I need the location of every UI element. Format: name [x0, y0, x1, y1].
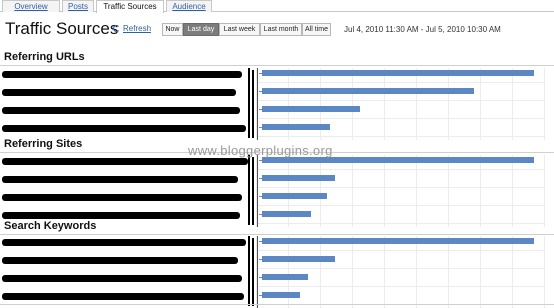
traffic-bar	[262, 106, 360, 112]
grid-line	[448, 68, 449, 140]
redacted-label	[2, 125, 246, 132]
redacted-label	[2, 158, 248, 165]
tab-overview[interactable]: Overview	[2, 0, 60, 12]
tab-traffic-sources[interactable]: Traffic Sources	[96, 0, 164, 13]
grid-line	[256, 169, 544, 170]
grid-line	[352, 68, 353, 140]
redaction-stroke	[248, 155, 250, 225]
date-range: Jul 4, 2010 11:30 AM - Jul 5, 2010 10:30…	[344, 25, 501, 34]
grid-line	[256, 223, 544, 224]
grid-line	[256, 250, 544, 251]
traffic-bar	[262, 211, 311, 217]
grid-line	[352, 236, 353, 308]
grid-line	[512, 155, 513, 227]
traffic-bar	[262, 256, 335, 262]
grid-line	[256, 118, 544, 119]
redaction-stroke	[248, 68, 250, 138]
tab-audience[interactable]: Audience	[166, 0, 212, 12]
redaction-stroke	[252, 70, 254, 138]
redaction-stroke	[252, 238, 254, 306]
redacted-label	[2, 293, 244, 300]
grid-line	[448, 155, 449, 227]
section-title-referring-sites: Referring Sites	[4, 138, 83, 150]
range-now-button[interactable]: Now	[162, 23, 183, 36]
grid-line	[480, 68, 481, 140]
tab-posts[interactable]: Posts	[62, 0, 94, 12]
traffic-bar	[262, 292, 300, 298]
grid-line	[256, 100, 544, 101]
grid-line	[544, 155, 545, 227]
traffic-bar	[262, 193, 327, 199]
section-divider	[0, 65, 554, 66]
grid-line	[448, 236, 449, 308]
redacted-label	[2, 107, 240, 114]
section-divider	[0, 234, 554, 235]
refresh-link[interactable]: Refresh	[113, 24, 151, 33]
grid-line	[384, 155, 385, 227]
grid-line	[256, 187, 544, 188]
bottom-divider	[0, 304, 554, 305]
redaction-stroke	[252, 157, 254, 225]
grid-line	[544, 236, 545, 308]
grid-line	[416, 155, 417, 227]
redacted-label	[2, 275, 242, 282]
grid-line	[320, 155, 321, 227]
grid-line	[256, 286, 544, 287]
grid-line	[352, 155, 353, 227]
range-last-day-button[interactable]: Last day	[183, 23, 219, 36]
axis-line	[257, 236, 258, 308]
grid-line	[512, 68, 513, 140]
grid-line	[480, 155, 481, 227]
refresh-label: Refresh	[123, 24, 152, 33]
grid-line	[256, 136, 544, 137]
grid-line	[384, 68, 385, 140]
grid-line	[256, 268, 544, 269]
redacted-label	[2, 89, 236, 96]
range-all-time-button[interactable]: All time	[302, 23, 331, 36]
section-title-search-keywords: Search Keywords	[4, 220, 97, 232]
grid-line	[512, 236, 513, 308]
range-last-week-button[interactable]: Last week	[219, 23, 260, 36]
grid-line	[256, 82, 544, 83]
grid-line	[480, 236, 481, 308]
redacted-label	[2, 71, 242, 78]
redacted-label	[2, 176, 238, 183]
refresh-icon	[113, 25, 120, 32]
grid-line	[544, 68, 545, 140]
axis-line	[257, 155, 258, 227]
watermark: www.bloggerplugins.org	[188, 143, 333, 158]
grid-line	[256, 205, 544, 206]
tab-bar: Overview Posts Traffic Sources Audience	[0, 0, 554, 13]
traffic-bar	[262, 124, 330, 130]
traffic-bar	[262, 175, 335, 181]
redacted-label	[2, 257, 238, 264]
section-title-referring-urls: Referring URLs	[4, 51, 85, 63]
redacted-label	[2, 239, 246, 246]
grid-line	[416, 236, 417, 308]
redaction-stroke	[248, 236, 250, 306]
traffic-bar	[262, 88, 474, 94]
traffic-bar	[262, 274, 308, 280]
redacted-label	[2, 194, 242, 201]
page-title: Traffic Sources	[5, 19, 119, 38]
grid-line	[416, 68, 417, 140]
traffic-bar	[262, 238, 534, 244]
traffic-bar	[262, 70, 534, 76]
redacted-label	[2, 212, 240, 219]
grid-line	[384, 236, 385, 308]
axis-line	[257, 68, 258, 140]
range-last-month-button[interactable]: Last month	[260, 23, 302, 36]
grid-line	[320, 236, 321, 308]
